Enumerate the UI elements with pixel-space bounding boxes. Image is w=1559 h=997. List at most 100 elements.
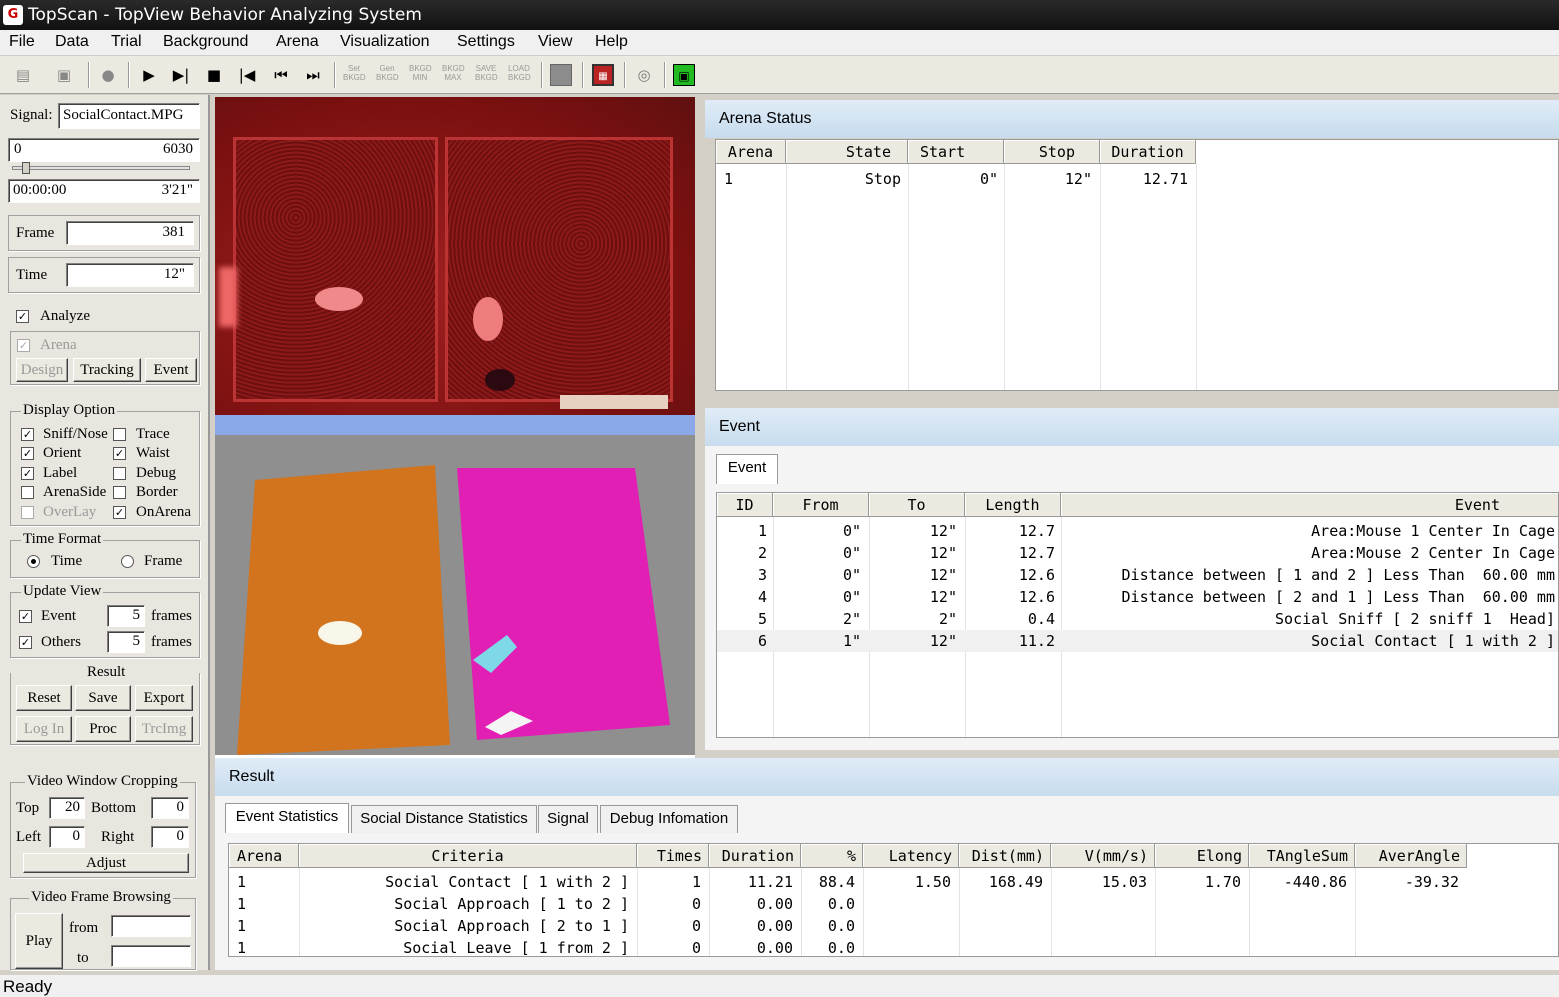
result-col-header[interactable]: Latency (863, 844, 959, 868)
gray-square-icon[interactable] (550, 64, 572, 86)
menu-data[interactable]: Data (55, 33, 89, 51)
label-checkbox[interactable]: ✓ (21, 467, 34, 480)
stop-icon[interactable]: ■ (203, 64, 225, 86)
proc-button[interactable]: Proc (75, 716, 131, 742)
browse-to-field[interactable] (111, 945, 191, 967)
analyze-checkbox[interactable]: ✓ (16, 310, 29, 323)
result-col-header[interactable]: V(mm/s) (1051, 844, 1155, 868)
bkgd-min-button[interactable]: BKGD MIN (409, 64, 432, 86)
tab-debug-information[interactable]: Debug Infomation (600, 805, 738, 833)
play-step-icon[interactable]: ▶| (170, 64, 192, 86)
settings-circle-icon[interactable]: ◎ (633, 64, 655, 86)
update-event-checkbox[interactable]: ✓ (19, 610, 32, 623)
col-arena[interactable]: Arena (716, 140, 786, 164)
time-field[interactable]: 12" (66, 263, 194, 287)
col-start[interactable]: Start (908, 140, 1004, 164)
onarena-checkbox[interactable]: ✓ (113, 506, 126, 519)
col-length[interactable]: Length (965, 493, 1061, 517)
open-file-icon[interactable]: ▤ (12, 64, 34, 86)
step-back-icon[interactable]: |◀ (236, 64, 258, 86)
result-col-header[interactable]: Criteria (299, 844, 637, 868)
menu-file[interactable]: File (9, 33, 35, 51)
tab-event-statistics[interactable]: Event Statistics (225, 803, 349, 833)
result-col-header[interactable]: Dist(mm) (959, 844, 1051, 868)
event-button[interactable]: Event (145, 358, 197, 382)
rewind-icon[interactable]: ⏮ (270, 64, 292, 86)
arenaside-checkbox[interactable] (21, 486, 34, 499)
col-duration[interactable]: Duration (1100, 140, 1196, 164)
debug-checkbox[interactable] (113, 467, 126, 480)
export-button[interactable]: Export (135, 685, 193, 711)
update-others-checkbox[interactable]: ✓ (19, 636, 32, 649)
col-id[interactable]: ID (717, 493, 773, 517)
frame-slider[interactable] (12, 162, 190, 174)
camera-icon[interactable]: ▣ (53, 64, 75, 86)
menu-view[interactable]: View (538, 33, 572, 51)
video-tracking-view[interactable] (215, 415, 695, 758)
load-bkgd-button[interactable]: LOAD BKGD (508, 64, 531, 86)
arena-right-zone (457, 468, 670, 740)
menu-settings[interactable]: Settings (457, 33, 515, 51)
design-button[interactable]: Design (16, 358, 68, 382)
slider-thumb[interactable] (22, 162, 30, 174)
crop-top-field[interactable]: 20 (49, 797, 85, 819)
fast-forward-icon[interactable]: ⏭ (302, 64, 324, 86)
result-col-header[interactable]: % (801, 844, 863, 868)
trace-checkbox[interactable] (113, 428, 126, 441)
frame-field[interactable]: 381 (66, 221, 194, 245)
cage-left (233, 137, 438, 402)
time-format-frame-radio[interactable] (121, 555, 134, 568)
col-event[interactable]: Event (1061, 493, 1558, 517)
tab-signal[interactable]: Signal (538, 805, 598, 833)
crop-right-field[interactable]: 0 (151, 826, 189, 848)
event-cell: 12" (929, 632, 957, 650)
result-col-header[interactable]: Elong (1155, 844, 1249, 868)
overlay-checkbox[interactable] (21, 506, 34, 519)
crop-left-field[interactable]: 0 (49, 826, 85, 848)
tracking-button[interactable]: Tracking (73, 358, 141, 382)
result-cell: 0 (691, 917, 701, 935)
time-format-time-radio[interactable] (27, 555, 40, 568)
result-col-header[interactable]: Times (637, 844, 709, 868)
sniff-nose-checkbox[interactable]: ✓ (21, 428, 34, 441)
col-stop[interactable]: Stop (1004, 140, 1100, 164)
col-to[interactable]: To (869, 493, 965, 517)
col-from[interactable]: From (773, 493, 869, 517)
bkgd-max-button[interactable]: BKGD MAX (442, 64, 465, 86)
save-bkgd-button[interactable]: SAVE BKGD (475, 64, 498, 86)
record-icon[interactable]: ● (97, 64, 119, 86)
export-icon[interactable]: ▣ (673, 64, 695, 86)
browse-play-button[interactable]: Play (15, 913, 63, 969)
orient-checkbox[interactable]: ✓ (21, 447, 34, 460)
col-state[interactable]: State (786, 140, 908, 164)
tab-event[interactable]: Event (716, 454, 778, 484)
result-col-header[interactable]: TAngleSum (1249, 844, 1355, 868)
signal-field[interactable]: SocialContact.MPG (58, 103, 200, 129)
browse-from-field[interactable] (111, 915, 191, 937)
waist-checkbox[interactable]: ✓ (113, 447, 126, 460)
tab-social-distance-statistics[interactable]: Social Distance Statistics (351, 805, 537, 833)
reset-button[interactable]: Reset (16, 685, 72, 711)
update-event-field[interactable]: 5 (107, 605, 145, 627)
trcimg-button[interactable]: TrcImg (135, 716, 193, 742)
menu-help[interactable]: Help (595, 33, 628, 51)
set-bkgd-button[interactable]: Set BKGD (343, 64, 366, 86)
menu-background[interactable]: Background (163, 33, 248, 51)
menu-trial[interactable]: Trial (111, 33, 142, 51)
crop-bottom-field[interactable]: 0 (151, 797, 189, 819)
play-icon[interactable]: ▶ (138, 64, 160, 86)
arena-checkbox[interactable]: ✓ (17, 339, 30, 352)
chart-icon[interactable]: ▦ (592, 64, 614, 86)
menu-visualization[interactable]: Visualization (340, 33, 430, 51)
result-col-header[interactable]: AverAngle (1355, 844, 1467, 868)
login-button[interactable]: Log In (16, 716, 72, 742)
gen-bkgd-button[interactable]: Gen BKGD (376, 64, 399, 86)
result-col-header[interactable]: Arena (229, 844, 299, 868)
video-camera-view[interactable] (215, 97, 695, 415)
result-col-header[interactable]: Duration (709, 844, 801, 868)
save-button[interactable]: Save (75, 685, 131, 711)
update-others-field[interactable]: 5 (107, 631, 145, 653)
menu-arena[interactable]: Arena (276, 33, 319, 51)
border-checkbox[interactable] (113, 486, 126, 499)
adjust-button[interactable]: Adjust (23, 853, 189, 873)
